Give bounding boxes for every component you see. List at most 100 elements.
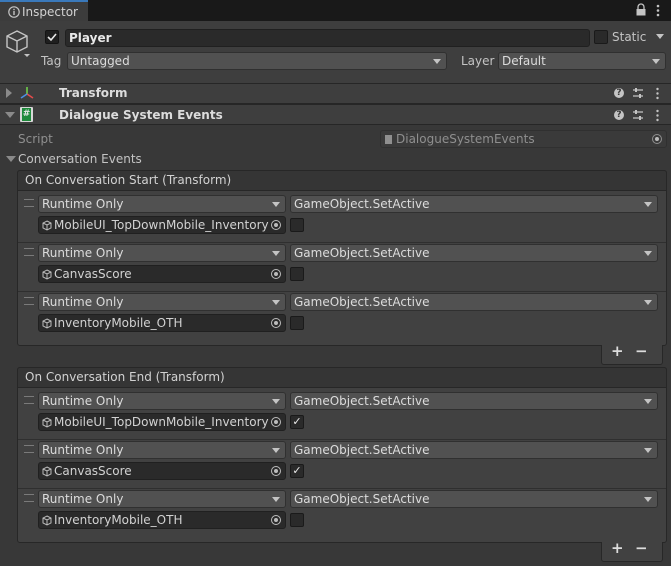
function-value: GameObject.SetActive bbox=[294, 492, 430, 506]
object-picker-icon[interactable] bbox=[271, 466, 281, 476]
more-vertical-icon[interactable] bbox=[656, 87, 659, 100]
foldout-expanded-icon[interactable] bbox=[5, 112, 15, 118]
chevron-down-icon bbox=[644, 202, 652, 207]
lock-icon[interactable] bbox=[635, 3, 647, 16]
chevron-down-icon bbox=[272, 448, 280, 453]
drag-handle-icon[interactable] bbox=[24, 297, 34, 305]
more-vertical-icon[interactable] bbox=[655, 4, 661, 17]
target-object-field[interactable]: MobileUI_TopDownMobile_Inventory bbox=[38, 216, 286, 234]
layer-dropdown[interactable]: Default bbox=[498, 52, 666, 70]
target-object-field[interactable]: MobileUI_TopDownMobile_Inventory bbox=[38, 413, 286, 431]
runtime-mode-value: Runtime Only bbox=[42, 394, 124, 408]
target-object-value: InventoryMobile_OTH bbox=[54, 513, 183, 527]
tag-dropdown[interactable]: Untagged bbox=[67, 52, 447, 70]
function-dropdown[interactable]: GameObject.SetActive bbox=[290, 441, 658, 459]
chevron-down-icon bbox=[433, 59, 441, 64]
function-dropdown[interactable]: GameObject.SetActive bbox=[290, 195, 658, 213]
object-picker-icon[interactable] bbox=[271, 515, 281, 525]
chevron-down-icon bbox=[644, 300, 652, 305]
event-title-bar: On Conversation End (Transform) bbox=[17, 367, 667, 388]
drag-handle-icon[interactable] bbox=[24, 199, 34, 207]
target-object-value: MobileUI_TopDownMobile_Inventory bbox=[54, 415, 269, 429]
runtime-mode-dropdown[interactable]: Runtime Only bbox=[38, 195, 286, 213]
static-dropdown-arrow-icon[interactable] bbox=[656, 34, 664, 39]
object-picker-icon[interactable] bbox=[271, 269, 281, 279]
runtime-mode-value: Runtime Only bbox=[42, 197, 124, 211]
transform-title: Transform bbox=[59, 86, 128, 100]
foldout-collapsed-icon[interactable] bbox=[6, 88, 12, 98]
gameobject-cube-icon bbox=[42, 269, 52, 280]
script-value: DialogueSystemEvents bbox=[396, 132, 535, 146]
add-remove-box: + − bbox=[601, 342, 663, 365]
function-value: GameObject.SetActive bbox=[294, 246, 430, 260]
target-object-field[interactable]: CanvasScore bbox=[38, 265, 286, 283]
function-dropdown[interactable]: GameObject.SetActive bbox=[290, 244, 658, 262]
bool-argument-checkbox[interactable] bbox=[290, 267, 304, 281]
drag-handle-icon[interactable] bbox=[24, 494, 34, 502]
more-vertical-icon[interactable] bbox=[656, 109, 659, 122]
layer-label: Layer bbox=[461, 54, 495, 68]
runtime-mode-value: Runtime Only bbox=[42, 295, 124, 309]
chevron-down-icon bbox=[644, 497, 652, 502]
bool-argument-checkbox[interactable] bbox=[290, 513, 304, 527]
function-dropdown[interactable]: GameObject.SetActive bbox=[290, 490, 658, 508]
tag-value: Untagged bbox=[71, 54, 130, 68]
event-title-bar: On Conversation Start (Transform) bbox=[17, 170, 667, 191]
gameobject-cube-icon bbox=[42, 318, 52, 329]
runtime-mode-dropdown[interactable]: Runtime Only bbox=[38, 392, 286, 410]
chevron-down-icon bbox=[644, 399, 652, 404]
chevron-down-icon bbox=[272, 497, 280, 502]
chevron-down-icon bbox=[272, 202, 280, 207]
script-hash-glyph: # bbox=[22, 108, 31, 121]
remove-button[interactable]: − bbox=[635, 342, 648, 360]
object-picker-icon[interactable] bbox=[271, 318, 281, 328]
help-icon[interactable]: ? bbox=[614, 110, 624, 120]
add-button[interactable]: + bbox=[611, 342, 624, 360]
drag-handle-icon[interactable] bbox=[24, 445, 34, 453]
foldout-expanded-icon[interactable] bbox=[6, 156, 16, 162]
function-dropdown[interactable]: GameObject.SetActive bbox=[290, 293, 658, 311]
active-checkbox[interactable] bbox=[45, 30, 59, 44]
checkmark-icon: ✓ bbox=[292, 464, 302, 477]
runtime-mode-value: Runtime Only bbox=[42, 492, 124, 506]
info-icon bbox=[8, 6, 20, 18]
add-button[interactable]: + bbox=[611, 539, 624, 557]
tab-inspector[interactable]: Inspector bbox=[0, 0, 88, 22]
chevron-down-icon bbox=[644, 251, 652, 256]
script-field: DialogueSystemEvents bbox=[380, 130, 667, 148]
drag-handle-icon[interactable] bbox=[24, 248, 34, 256]
runtime-mode-value: Runtime Only bbox=[42, 246, 124, 260]
presets-icon[interactable] bbox=[632, 87, 644, 99]
function-value: GameObject.SetActive bbox=[294, 394, 430, 408]
object-picker-icon[interactable] bbox=[271, 417, 281, 427]
object-picker-icon[interactable] bbox=[271, 220, 281, 230]
target-object-value: InventoryMobile_OTH bbox=[54, 316, 183, 330]
chevron-down-icon bbox=[644, 448, 652, 453]
runtime-mode-dropdown[interactable]: Runtime Only bbox=[38, 293, 286, 311]
drag-handle-icon[interactable] bbox=[24, 396, 34, 404]
gameobject-name-field[interactable]: Player bbox=[65, 29, 590, 47]
runtime-mode-dropdown[interactable]: Runtime Only bbox=[38, 490, 286, 508]
presets-icon[interactable] bbox=[632, 109, 644, 121]
bool-argument-checkbox[interactable]: ✓ bbox=[290, 415, 304, 429]
gameobject-cube-icon[interactable] bbox=[4, 28, 30, 58]
chevron-down-icon bbox=[272, 251, 280, 256]
function-dropdown[interactable]: GameObject.SetActive bbox=[290, 392, 658, 410]
target-object-field[interactable]: CanvasScore bbox=[38, 462, 286, 480]
script-label: Script bbox=[18, 132, 53, 146]
target-object-field[interactable]: InventoryMobile_OTH bbox=[38, 511, 286, 529]
bool-argument-checkbox[interactable] bbox=[290, 316, 304, 330]
runtime-mode-dropdown[interactable]: Runtime Only bbox=[38, 441, 286, 459]
remove-button[interactable]: − bbox=[635, 539, 648, 557]
runtime-mode-value: Runtime Only bbox=[42, 443, 124, 457]
transform-icon bbox=[20, 87, 34, 99]
target-object-field[interactable]: InventoryMobile_OTH bbox=[38, 314, 286, 332]
static-checkbox[interactable] bbox=[594, 30, 608, 44]
help-icon[interactable]: ? bbox=[614, 88, 624, 98]
bool-argument-checkbox[interactable]: ✓ bbox=[290, 464, 304, 478]
bool-argument-checkbox[interactable] bbox=[290, 218, 304, 232]
runtime-mode-dropdown[interactable]: Runtime Only bbox=[38, 244, 286, 262]
object-picker-icon[interactable] bbox=[652, 134, 662, 144]
static-label: Static bbox=[612, 30, 647, 44]
dialogue-system-events-title: Dialogue System Events bbox=[59, 108, 223, 122]
